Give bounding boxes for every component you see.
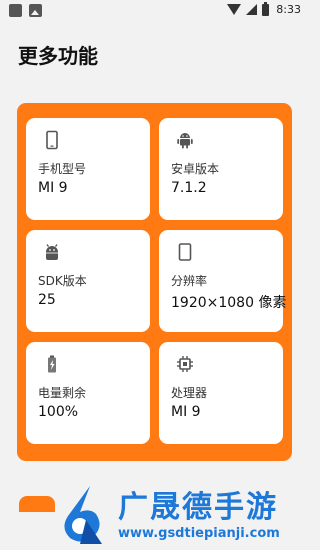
card-label: 分辨率 <box>171 274 208 288</box>
card-value: MI 9 <box>38 180 68 196</box>
watermark-url: www.gsdtiepianji.com <box>118 526 280 541</box>
status-bar: 8:33 <box>0 0 309 22</box>
battery-status-icon <box>262 1 270 16</box>
android-head-icon <box>46 244 58 260</box>
card-value: 1920×1080 像素 <box>171 295 287 311</box>
card-value: MI 9 <box>171 404 201 420</box>
chip-icon <box>177 356 193 372</box>
card-value: 100% <box>38 404 79 420</box>
card-resolution[interactable]: 分辨率 1920×1080 像素 <box>159 230 287 332</box>
status-notifications <box>9 4 42 17</box>
watermark-title: 广晟德手游 <box>118 490 278 525</box>
wifi-icon <box>227 4 242 15</box>
screen-icon <box>178 243 192 261</box>
signal-icon <box>246 4 258 15</box>
card-processor[interactable]: 处理器 MI 9 <box>159 342 283 444</box>
card-value: 25 <box>38 292 56 308</box>
card-label: 安卓版本 <box>171 162 220 176</box>
card-label: 手机型号 <box>38 162 87 176</box>
card-sdk-version[interactable]: SDK版本 25 <box>26 230 150 332</box>
status-indicators: 8:33 <box>227 1 301 16</box>
feature-grid: 手机型号 MI 9 安卓版本 7.1.2 SDK版本 25 分辨率 1920×1… <box>17 103 292 461</box>
card-value: 7.1.2 <box>171 180 207 196</box>
image-notification-icon <box>29 4 42 17</box>
phone-icon <box>46 130 58 150</box>
card-android-version[interactable]: 安卓版本 7.1.2 <box>159 118 283 220</box>
status-time: 8:33 <box>276 3 301 16</box>
watermark-logo <box>64 486 102 544</box>
card-label: SDK版本 <box>38 274 87 288</box>
card-battery[interactable]: 电量剩余 100% <box>26 342 150 444</box>
card-label: 处理器 <box>171 386 208 400</box>
battery-icon <box>48 355 56 373</box>
android-icon <box>177 133 193 149</box>
watermark: 广晟德手游 www.gsdtiepianji.com <box>48 482 309 550</box>
notification-icon <box>9 4 22 17</box>
card-phone-model[interactable]: 手机型号 MI 9 <box>26 118 150 220</box>
card-label: 电量剩余 <box>38 386 87 400</box>
page-title: 更多功能 <box>18 44 98 68</box>
